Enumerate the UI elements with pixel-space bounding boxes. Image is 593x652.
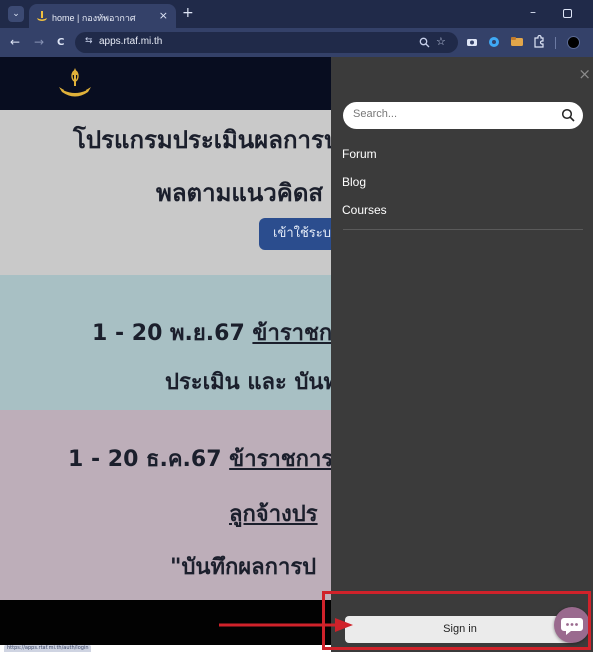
site-header	[0, 57, 331, 110]
tab-close-icon[interactable]: ×	[159, 9, 168, 22]
back-icon[interactable]: ←	[10, 35, 20, 49]
december-announcement-line1: 1 - 20 ธ.ค.67 ข้าราชการ พ	[68, 441, 331, 476]
december-civil-servant-link[interactable]: ข้าราชการ พ	[229, 447, 331, 472]
drawer-search-box	[343, 102, 583, 129]
menu-item-forum[interactable]: Forum	[342, 147, 377, 161]
search-icon[interactable]	[561, 108, 575, 122]
extension-camera-icon[interactable]	[466, 36, 478, 48]
browser-tab[interactable]: home | กองทัพอากาศ ×	[29, 4, 176, 28]
menu-item-blog[interactable]: Blog	[342, 175, 366, 189]
december-announcement-line3: "บันทึกผลการป	[170, 555, 317, 580]
forward-icon[interactable]: →	[34, 35, 44, 49]
employee-link[interactable]: ลูกจ้างปร	[229, 496, 318, 531]
november-announcement-line1: 1 - 20 พ.ย.67 ข้าราชกา	[92, 315, 331, 350]
link-status-tooltip: https://apps.rtaf.mi.th/auth/login	[4, 645, 92, 652]
air-force-logo[interactable]	[58, 66, 92, 102]
browser-tab-strip: ⌄ home | กองทัพอากาศ × + –	[0, 0, 593, 28]
url-text[interactable]: apps.rtaf.mi.th	[99, 36, 162, 47]
extension-folder-icon[interactable]	[511, 37, 523, 47]
window-minimize-icon[interactable]: –	[530, 5, 536, 19]
december-date-range: 1 - 20 ธ.ค.67	[68, 447, 230, 472]
drawer-close-icon[interactable]: ×	[578, 65, 591, 83]
address-bar[interactable]: ⇆ apps.rtaf.mi.th ☆	[75, 32, 458, 53]
november-civil-servant-link[interactable]: ข้าราชกา	[252, 321, 331, 346]
bookmark-star-icon[interactable]: ☆	[436, 35, 446, 48]
zoom-icon[interactable]	[419, 37, 430, 48]
december-announcement-section: 1 - 20 ธ.ค.67 ข้าราชการ พ ลูกจ้างปร "บัน…	[0, 410, 331, 600]
new-tab-icon[interactable]: +	[182, 5, 194, 21]
november-announcement-line2: ประเมิน และ บันท	[165, 370, 331, 395]
search-input[interactable]	[353, 108, 553, 120]
program-heading-line2: พลตามแนวคิดส	[156, 179, 324, 207]
side-drawer: × Forum Blog Courses Sign in	[331, 57, 593, 652]
extensions-puzzle-icon[interactable]	[533, 35, 545, 48]
program-banner-section: โปรแกรมประเมินผลการป พลตามแนวคิดส เข้าใช…	[0, 110, 331, 275]
enter-system-button[interactable]: เข้าใช้ระบบ	[259, 218, 331, 250]
profile-avatar[interactable]	[567, 36, 580, 49]
pointer-arrow	[219, 618, 353, 632]
drawer-divider	[343, 229, 583, 230]
site-favicon-icon	[37, 11, 47, 21]
highlight-box	[322, 591, 591, 650]
menu-item-courses[interactable]: Courses	[342, 203, 387, 217]
november-date-range: 1 - 20 พ.ย.67	[92, 321, 253, 346]
reload-icon[interactable]: C	[57, 36, 64, 50]
site-settings-icon[interactable]: ⇆	[85, 36, 93, 46]
tab-search-dropdown-icon[interactable]: ⌄	[8, 6, 24, 22]
toolbar-separator	[555, 37, 556, 49]
november-announcement-section: 1 - 20 พ.ย.67 ข้าราชกา ประเมิน และ บันท	[0, 275, 331, 410]
program-heading-line1: โปรแกรมประเมินผลการป	[73, 126, 331, 154]
window-maximize-icon[interactable]	[563, 9, 572, 18]
tab-title: home | กองทัพอากาศ	[52, 13, 136, 23]
browser-toolbar: ← → C ⇆ apps.rtaf.mi.th ☆ 20	[0, 28, 593, 80]
extension-color-icon[interactable]	[488, 36, 500, 48]
